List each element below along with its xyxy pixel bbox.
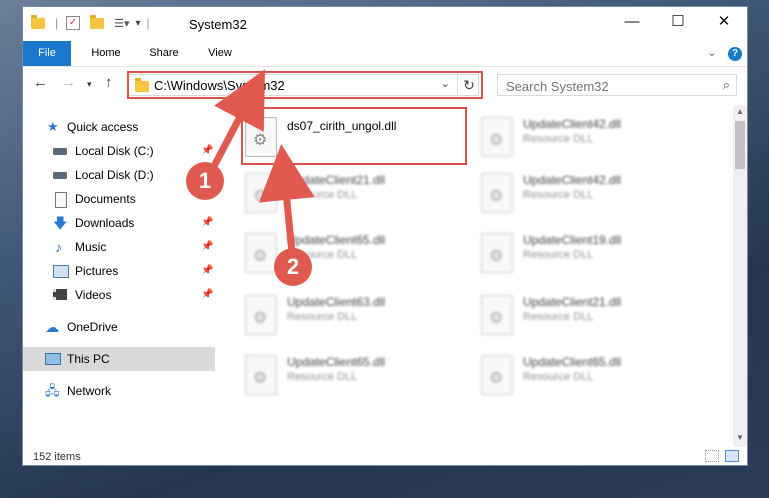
step-1-badge: 1	[186, 162, 224, 200]
arrow-to-address-bar	[208, 69, 266, 172]
annotation-arrows	[208, 69, 315, 253]
arrow-to-file	[258, 144, 315, 253]
step-2-badge: 2	[274, 248, 312, 286]
